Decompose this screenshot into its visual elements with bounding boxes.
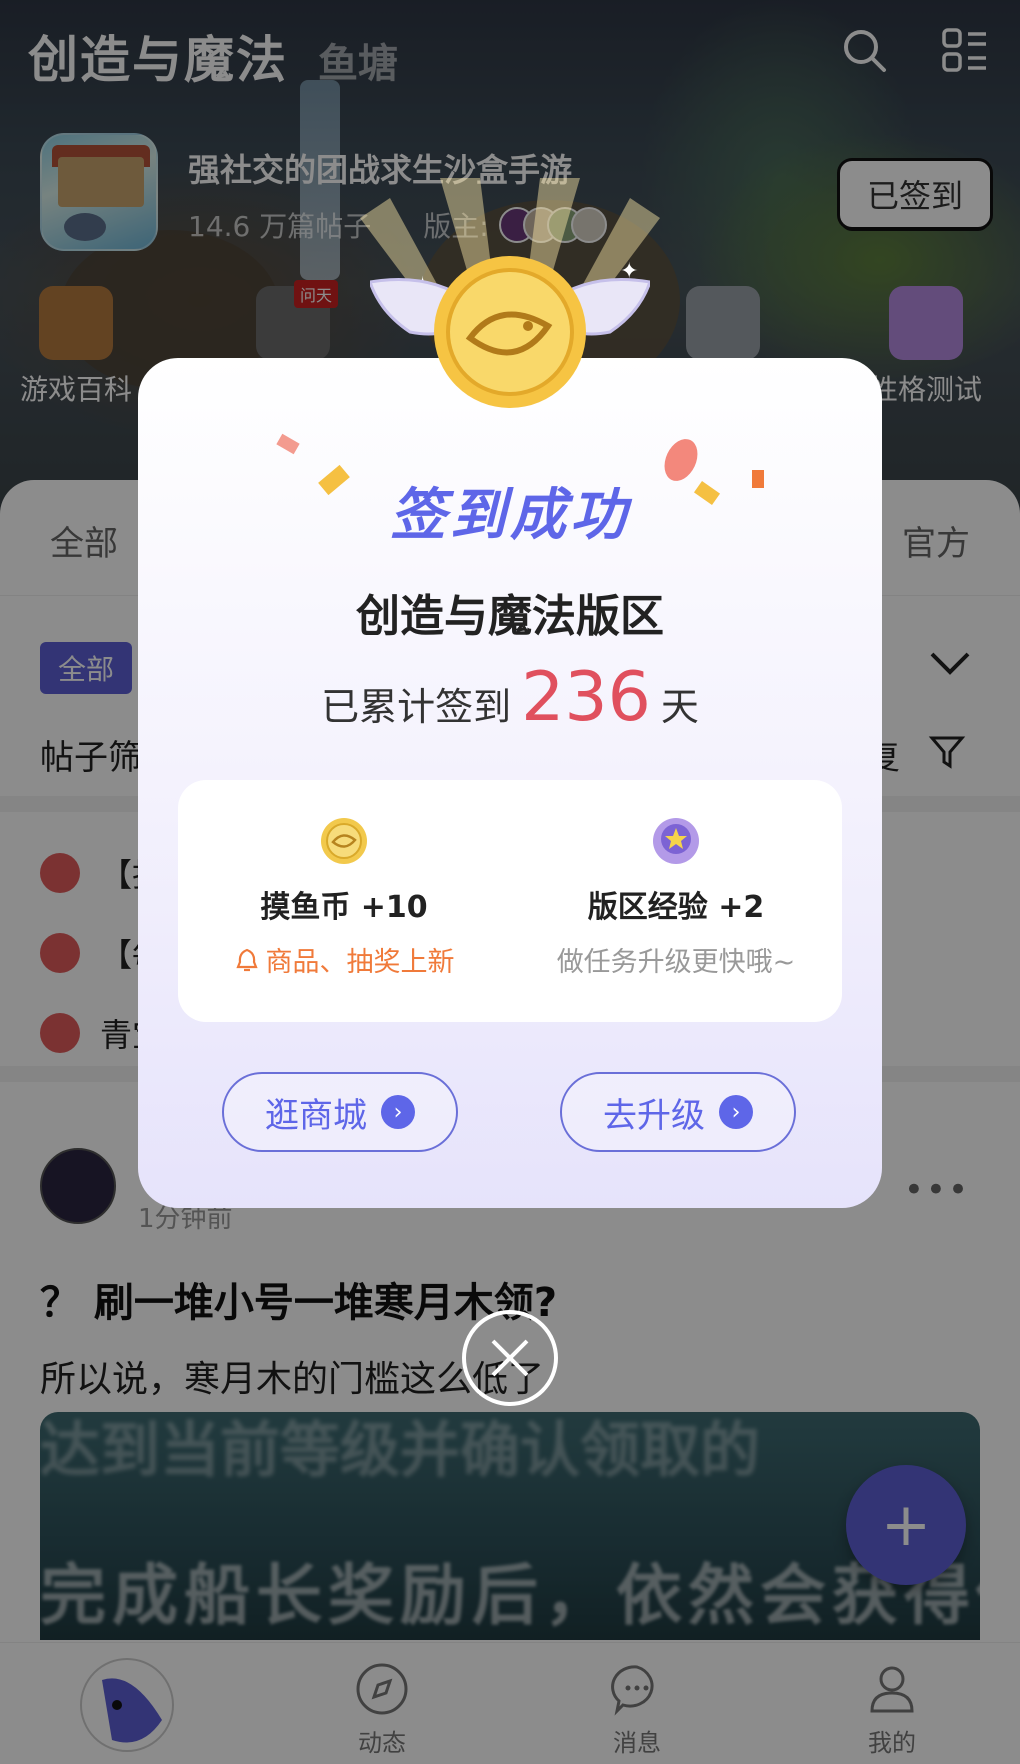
close-icon bbox=[491, 1339, 529, 1377]
button-label: 去升级 bbox=[603, 1095, 705, 1136]
streak-prefix: 已累计签到 bbox=[321, 685, 512, 729]
reward-subtitle: 做任务升级更快哦~ bbox=[556, 947, 796, 978]
fish-coin-icon bbox=[321, 818, 367, 864]
reward-title: 摸鱼币 +10 bbox=[260, 890, 428, 925]
streak-days: 236 bbox=[521, 658, 651, 737]
forum-name: 创造与魔法版区 bbox=[356, 591, 664, 642]
reward-subtitle-text: 商品、抽奖上新 bbox=[265, 947, 455, 978]
bell-icon bbox=[235, 948, 258, 971]
streak-suffix: 天 bbox=[660, 685, 699, 729]
star-badge-icon bbox=[653, 818, 699, 864]
reward-subtitle[interactable]: 商品、抽奖上新 bbox=[234, 940, 455, 979]
reward-card: 摸鱼币 +10 商品、抽奖上新 版区经验 +2 做任务升级更快哦~ bbox=[178, 780, 842, 1022]
reward-forum-exp: 版区经验 +2 做任务升级更快哦~ bbox=[510, 816, 842, 979]
chevron-right-icon: › bbox=[719, 1095, 753, 1129]
confetti bbox=[752, 470, 764, 488]
upgrade-button[interactable]: 去升级 › bbox=[560, 1072, 796, 1152]
reward-fish-coin: 摸鱼币 +10 商品、抽奖上新 bbox=[178, 816, 510, 979]
sign-in-streak: 已累计签到 236 天 bbox=[138, 658, 882, 737]
chevron-right-icon: › bbox=[381, 1095, 415, 1129]
success-title: 签到成功 bbox=[390, 483, 630, 548]
close-button[interactable] bbox=[462, 1310, 558, 1406]
shop-button[interactable]: 逛商城 › bbox=[222, 1072, 458, 1152]
sign-in-success-modal: 签到成功 创造与魔法版区 已累计签到 236 天 摸鱼币 +10 商品、抽奖上新… bbox=[138, 358, 882, 1208]
reward-title: 版区经验 +2 bbox=[587, 890, 765, 925]
button-label: 逛商城 bbox=[265, 1095, 367, 1136]
fish-medal-icon bbox=[370, 256, 650, 408]
